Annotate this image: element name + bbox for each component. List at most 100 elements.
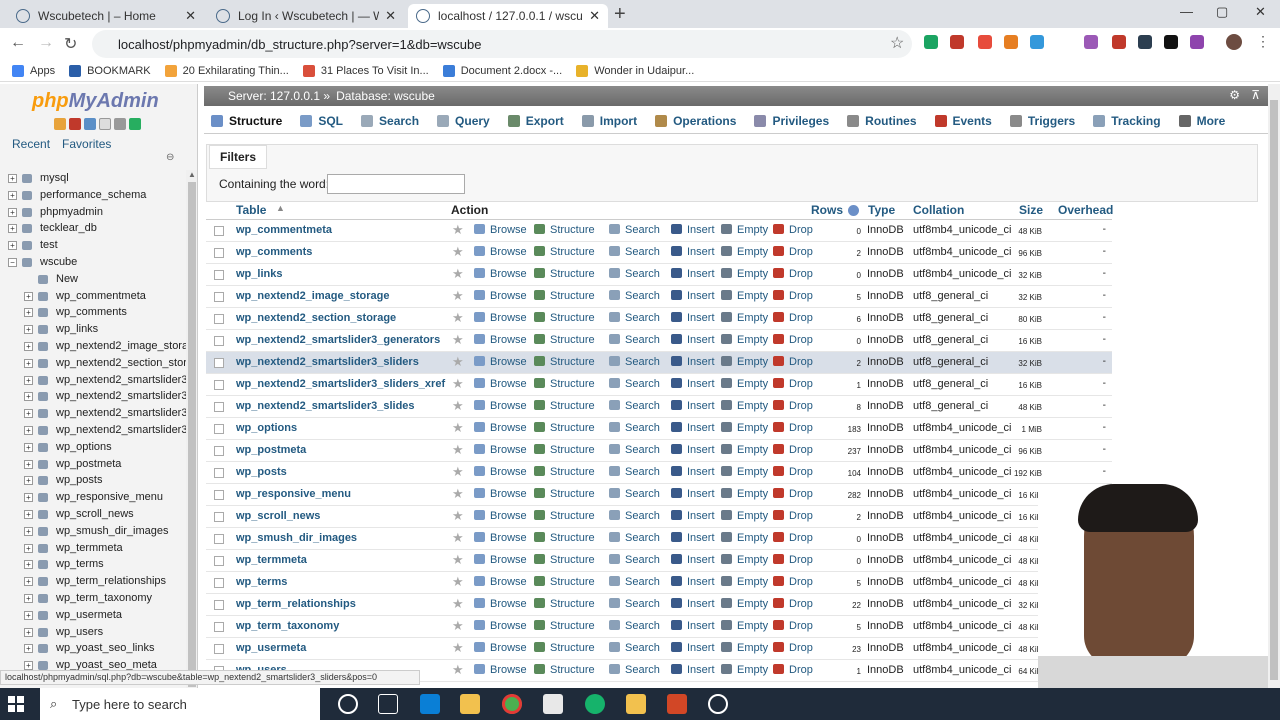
expand-icon[interactable]: +	[24, 409, 33, 419]
expand-icon[interactable]: +	[24, 509, 33, 519]
action-structure-link[interactable]: Structure	[534, 664, 595, 676]
expand-icon[interactable]: +	[24, 560, 33, 570]
table-name-link[interactable]: wp_scroll_news	[236, 510, 320, 522]
favorite-star-icon[interactable]: ★	[452, 508, 464, 524]
tab-structure[interactable]: Structure	[204, 108, 290, 133]
action-empty-link[interactable]: Empty	[721, 224, 768, 236]
action-structure-link[interactable]: Structure	[534, 334, 595, 346]
extension-icon[interactable]	[1138, 35, 1152, 49]
page-scroll-thumb[interactable]	[1270, 100, 1278, 680]
tree-item[interactable]: + wp_term_relationships	[0, 573, 186, 590]
row-checkbox[interactable]	[214, 490, 224, 500]
action-search-link[interactable]: Search	[609, 444, 660, 456]
tab-recent[interactable]: Recent	[12, 137, 50, 151]
tree-item[interactable]: + wp_users	[0, 624, 186, 641]
action-drop-link[interactable]: Drop	[773, 532, 813, 544]
favorite-star-icon[interactable]: ★	[452, 464, 464, 480]
bookmark-item[interactable]: Apps	[12, 64, 55, 77]
action-structure-link[interactable]: Structure	[534, 268, 595, 280]
browser-tab[interactable]: localhost / 127.0.0.1 / wscube | p ✕	[408, 4, 608, 28]
action-drop-link[interactable]: Drop	[773, 664, 813, 676]
action-browse-link[interactable]: Browse	[474, 268, 527, 280]
table-name-link[interactable]: wp_usermeta	[236, 642, 306, 654]
action-drop-link[interactable]: Drop	[773, 554, 813, 566]
tab-more[interactable]: More	[1172, 109, 1233, 133]
action-browse-link[interactable]: Browse	[474, 598, 527, 610]
favorite-star-icon[interactable]: ★	[452, 662, 464, 678]
tab-close-icon[interactable]: ✕	[589, 8, 600, 24]
action-empty-link[interactable]: Empty	[721, 444, 768, 456]
action-browse-link[interactable]: Browse	[474, 642, 527, 654]
row-checkbox[interactable]	[214, 248, 224, 258]
action-search-link[interactable]: Search	[609, 290, 660, 302]
sidebar-scroll-thumb[interactable]	[188, 182, 196, 687]
expand-icon[interactable]: +	[24, 661, 33, 671]
forward-icon[interactable]: →	[38, 34, 54, 52]
action-search-link[interactable]: Search	[609, 532, 660, 544]
tab-favorites[interactable]: Favorites	[62, 137, 111, 151]
action-insert-link[interactable]: Insert	[671, 576, 715, 588]
bookmark-item[interactable]: 31 Places To Visit In...	[302, 64, 429, 77]
action-search-link[interactable]: Search	[609, 466, 660, 478]
action-browse-link[interactable]: Browse	[474, 312, 527, 324]
tree-item[interactable]: + wp_comments	[0, 304, 186, 321]
action-empty-link[interactable]: Empty	[721, 620, 768, 632]
back-icon[interactable]: ←	[10, 34, 26, 52]
action-empty-link[interactable]: Empty	[721, 488, 768, 500]
action-browse-link[interactable]: Browse	[474, 554, 527, 566]
favorite-star-icon[interactable]: ★	[452, 310, 464, 326]
action-structure-link[interactable]: Structure	[534, 642, 595, 654]
action-empty-link[interactable]: Empty	[721, 554, 768, 566]
action-structure-link[interactable]: Structure	[534, 576, 595, 588]
row-checkbox[interactable]	[214, 226, 224, 236]
action-structure-link[interactable]: Structure	[534, 378, 595, 390]
action-insert-link[interactable]: Insert	[671, 620, 715, 632]
favorite-star-icon[interactable]: ★	[452, 574, 464, 590]
tree-item[interactable]: + mysql	[0, 170, 186, 187]
action-empty-link[interactable]: Empty	[721, 422, 768, 434]
tree-item[interactable]: + wp_options	[0, 439, 186, 456]
tab-query[interactable]: Query	[430, 109, 497, 133]
action-empty-link[interactable]: Empty	[721, 400, 768, 412]
edge-icon[interactable]	[420, 694, 440, 714]
task-view-icon[interactable]	[378, 694, 398, 714]
tab-close-icon[interactable]: ✕	[185, 8, 196, 24]
expand-icon[interactable]: +	[24, 442, 33, 452]
action-search-link[interactable]: Search	[609, 246, 660, 258]
row-checkbox[interactable]	[214, 424, 224, 434]
collapse-icon[interactable]: −	[8, 257, 17, 267]
action-insert-link[interactable]: Insert	[671, 532, 715, 544]
row-checkbox[interactable]	[214, 270, 224, 280]
tab-sql[interactable]: SQL	[293, 109, 350, 133]
tab-close-icon[interactable]: ✕	[385, 8, 396, 24]
action-search-link[interactable]: Search	[609, 224, 660, 236]
favorite-star-icon[interactable]: ★	[452, 222, 464, 238]
action-browse-link[interactable]: Browse	[474, 400, 527, 412]
action-browse-link[interactable]: Browse	[474, 664, 527, 676]
table-name-link[interactable]: wp_commentmeta	[236, 224, 332, 236]
action-structure-link[interactable]: Structure	[534, 510, 595, 522]
action-drop-link[interactable]: Drop	[773, 444, 813, 456]
action-insert-link[interactable]: Insert	[671, 466, 715, 478]
action-insert-link[interactable]: Insert	[671, 444, 715, 456]
favorite-star-icon[interactable]: ★	[452, 332, 464, 348]
action-browse-link[interactable]: Browse	[474, 620, 527, 632]
action-drop-link[interactable]: Drop	[773, 268, 813, 280]
favorite-star-icon[interactable]: ★	[452, 442, 464, 458]
action-browse-link[interactable]: Browse	[474, 422, 527, 434]
phpmyadmin-logo[interactable]: phpMyAdmin	[32, 90, 159, 113]
tree-item[interactable]: + wp_usermeta	[0, 607, 186, 624]
action-drop-link[interactable]: Drop	[773, 312, 813, 324]
row-checkbox[interactable]	[214, 578, 224, 588]
action-drop-link[interactable]: Drop	[773, 488, 813, 500]
table-name-link[interactable]: wp_nextend2_section_storage	[236, 312, 396, 324]
action-browse-link[interactable]: Browse	[474, 510, 527, 522]
action-browse-link[interactable]: Browse	[474, 246, 527, 258]
action-structure-link[interactable]: Structure	[534, 400, 595, 412]
tree-item[interactable]: + wp_commentmeta	[0, 288, 186, 305]
tab-events[interactable]: Events	[928, 109, 999, 133]
minimize-icon[interactable]: —	[1180, 4, 1193, 19]
action-empty-link[interactable]: Empty	[721, 312, 768, 324]
action-search-link[interactable]: Search	[609, 268, 660, 280]
chrome-icon[interactable]	[502, 694, 522, 714]
